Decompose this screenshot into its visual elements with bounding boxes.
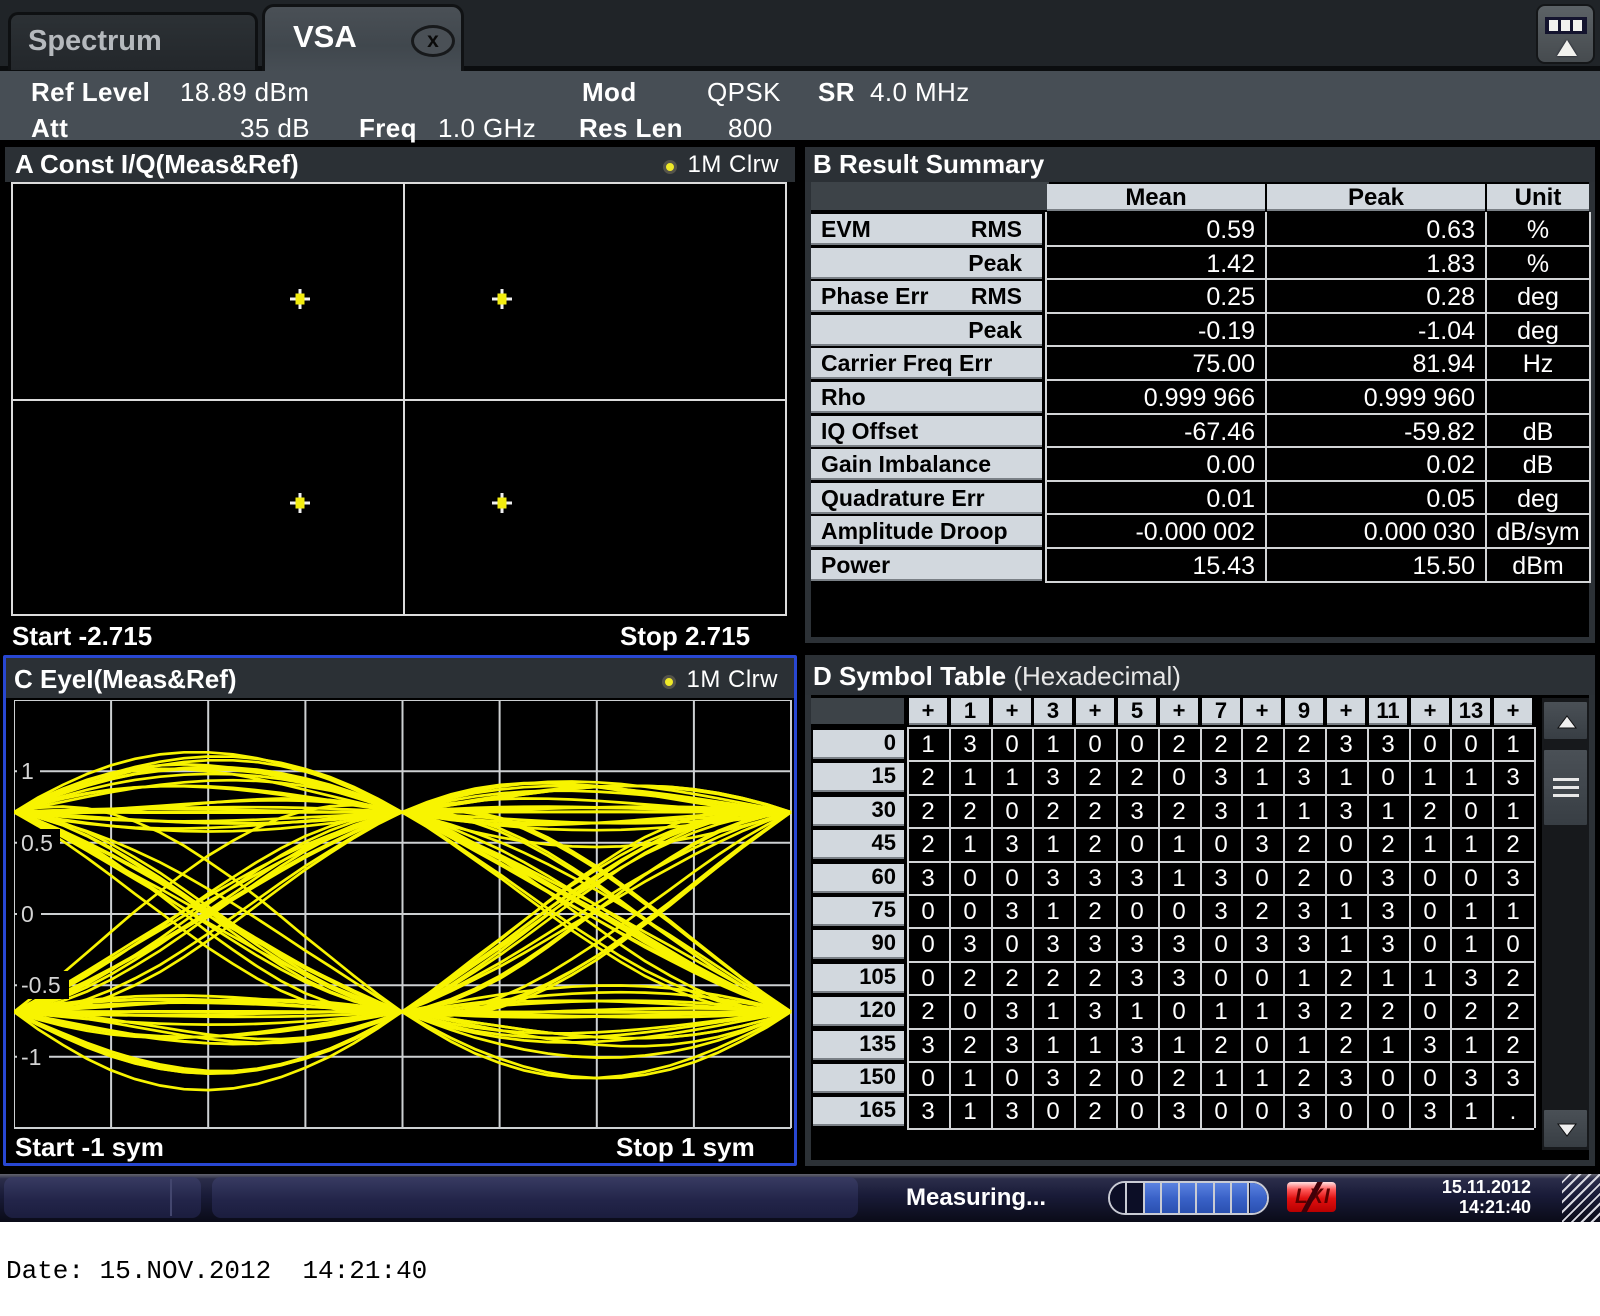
svg-text:0: 0 [21,901,34,927]
svg-text:-0.5: -0.5 [21,972,61,998]
svg-text:0.5: 0.5 [21,830,53,856]
svg-text:1: 1 [21,758,34,784]
svg-text:-1: -1 [21,1044,41,1070]
